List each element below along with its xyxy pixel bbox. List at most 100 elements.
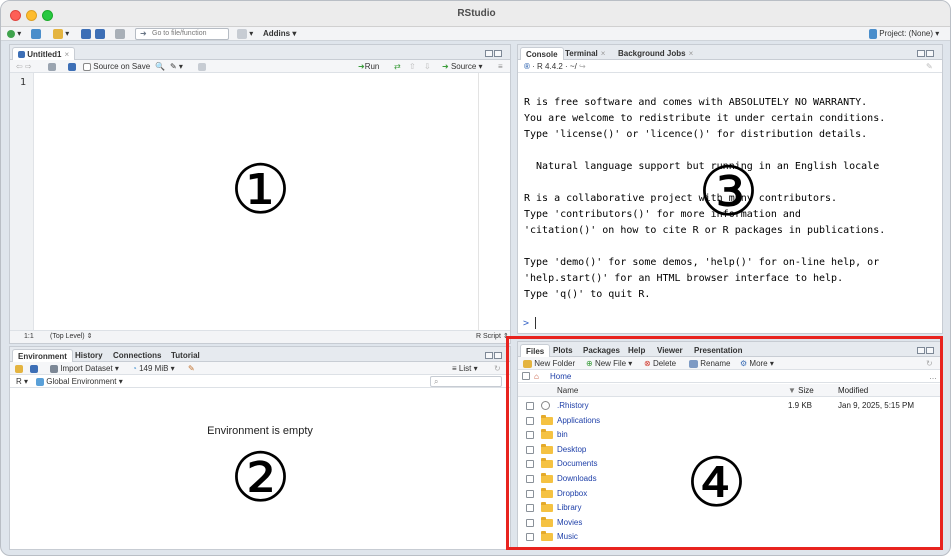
cursor-position: 1:1 — [24, 333, 34, 340]
prompt-symbol: > — [523, 318, 530, 329]
terminal-label: Terminal — [565, 49, 598, 58]
tab-background-jobs[interactable]: Background Jobs × — [613, 47, 698, 60]
tab-environment[interactable]: Environment — [12, 349, 73, 362]
tab-terminal[interactable]: Terminal × — [560, 47, 610, 60]
console-cursor — [535, 317, 537, 329]
marker-three: ③ — [698, 153, 759, 232]
memory-usage-button[interactable]: ◔ 149 MiB ▾ — [132, 362, 175, 375]
pie-chart-icon: ◔ — [132, 364, 137, 373]
globe-icon — [36, 377, 44, 386]
save-workspace-icon[interactable] — [30, 362, 38, 375]
environment-search-input[interactable]: ⌕ — [430, 376, 502, 387]
language-select[interactable]: R ▾ — [16, 375, 28, 388]
title-bar: RStudio — [1, 1, 950, 27]
broom-icon[interactable]: ✎ — [188, 362, 195, 375]
r-logo-icon: ® — [524, 62, 530, 71]
view-mode-select[interactable]: ≡ List ▾ — [452, 362, 478, 375]
table-icon — [50, 364, 58, 373]
source-button[interactable]: ➜ Source ▾ — [442, 60, 483, 73]
addins-menu[interactable]: Addins ▾ — [263, 28, 296, 40]
search-icon[interactable]: 🔍 — [155, 60, 165, 73]
close-tab-icon[interactable]: × — [601, 49, 606, 58]
environment-pane: Environment History Connections Tutorial… — [9, 346, 511, 550]
source-label: Source — [450, 62, 477, 71]
print-button[interactable] — [115, 28, 125, 40]
code-tools-wand-icon[interactable]: ✎ ▾ — [170, 60, 183, 73]
import-dataset-label: Import Dataset — [60, 364, 113, 373]
tab-history[interactable]: History — [70, 349, 108, 362]
close-tab-icon[interactable]: × — [689, 49, 694, 58]
minimize-pane-icon[interactable] — [917, 50, 925, 57]
new-project-button[interactable] — [31, 28, 41, 40]
minimize-pane-icon[interactable] — [485, 352, 493, 359]
console-tabbar: Console Terminal × Background Jobs × — [518, 45, 942, 60]
source-on-save-label: Source on Save — [93, 62, 151, 71]
load-workspace-icon[interactable] — [15, 362, 23, 375]
outline-icon[interactable]: ≡ — [498, 60, 503, 73]
run-arrow-icon: ➜ — [358, 62, 365, 71]
save-icon — [81, 28, 91, 39]
pane-window-controls[interactable] — [484, 351, 504, 360]
project-cube-icon — [869, 28, 877, 39]
import-dataset-button[interactable]: Import Dataset ▾ — [50, 362, 119, 375]
go-to-dir-icon[interactable]: ↪ — [579, 62, 586, 71]
minimize-pane-icon[interactable] — [485, 50, 493, 57]
save-all-button[interactable] — [95, 28, 105, 40]
tab-label: Untitled1 — [27, 50, 62, 59]
memory-label: 149 MiB — [139, 364, 169, 373]
tab-console[interactable]: Console — [520, 47, 564, 60]
tab-tutorial[interactable]: Tutorial — [166, 349, 205, 362]
scope-selector[interactable]: (Top Level) ⇕ — [50, 331, 92, 343]
save-source-icon[interactable] — [68, 60, 76, 73]
workspace-panes-button[interactable]: ▾ — [237, 28, 253, 40]
line-number-gutter: 1 — [10, 73, 34, 330]
source-on-save-checkbox[interactable]: Source on Save — [83, 60, 150, 73]
project-menu[interactable]: Project: (None) ▾ — [869, 28, 939, 40]
scope-label: Global Environment — [46, 377, 117, 386]
console-prompt[interactable]: > — [523, 317, 537, 329]
back-forward-icon[interactable]: ⇦ ⇨ — [16, 60, 32, 73]
go-down-icon[interactable]: ⇩ — [424, 60, 431, 73]
line-number: 1 — [20, 77, 27, 88]
close-tab-icon[interactable]: × — [64, 50, 69, 59]
tab-connections[interactable]: Connections — [108, 349, 166, 362]
refresh-icon[interactable]: ↻ — [494, 362, 501, 375]
pane-window-controls[interactable] — [916, 49, 936, 58]
go-to-file-input[interactable]: ➜ Go to file/function — [135, 28, 229, 40]
console-infobar: ® · R 4.4.2 · ~/ ↪ ✎ — [518, 60, 942, 73]
clear-console-icon[interactable]: ✎ — [926, 60, 933, 73]
source-tabbar: Untitled1 × — [10, 45, 510, 60]
folder-open-icon — [53, 28, 63, 39]
show-in-window-icon[interactable] — [48, 60, 56, 73]
environment-scope-select[interactable]: Global Environment ▾ — [36, 375, 123, 388]
search-icon: ⌕ — [434, 377, 439, 386]
compile-report-icon[interactable] — [198, 60, 206, 73]
go-up-icon[interactable]: ⇧ — [409, 60, 416, 73]
run-button[interactable]: ➜Run — [358, 60, 379, 73]
environment-tabbar: Environment History Connections Tutorial — [10, 347, 510, 362]
maximize-pane-icon[interactable] — [494, 50, 502, 57]
tab-untitled1[interactable]: Untitled1 × — [12, 47, 76, 60]
window-title: RStudio — [457, 8, 496, 19]
version-text: R 4.4.2 · ~/ — [537, 62, 577, 71]
scope-label: (Top Level) — [50, 333, 85, 340]
source-toolbar: ⇦ ⇨ Source on Save 🔍 ✎ ▾ ➜Run ⇄ ⇧ ⇩ ➜ So… — [10, 60, 510, 73]
open-file-button[interactable]: ▾ — [53, 28, 69, 40]
run-label: Run — [364, 62, 380, 71]
arrow-right-icon: ➜ — [140, 29, 147, 38]
environment-scope-bar: R ▾ Global Environment ▾ ⌕ — [10, 375, 510, 388]
console-pane: Console Terminal × Background Jobs × ® · R… — [517, 44, 943, 334]
editor-status-bar: 1:1 (Top Level) ⇕ R Script ⇕ — [10, 330, 510, 343]
marker-one: ① — [230, 151, 291, 230]
maximize-pane-icon[interactable] — [926, 50, 934, 57]
pane-window-controls[interactable] — [484, 49, 504, 58]
source-arrow-icon: ➜ — [442, 62, 449, 71]
save-button[interactable] — [81, 28, 91, 40]
new-file-button[interactable]: ▾ — [7, 28, 21, 40]
file-type-selector[interactable]: R Script ⇕ — [476, 331, 509, 343]
r-version-label: ® · R 4.4.2 · ~/ ↪ — [524, 62, 586, 71]
project-icon — [31, 28, 41, 39]
rerun-icon[interactable]: ⇄ — [394, 60, 401, 73]
rstudio-window: RStudio ▾ ▾ ➜ Go to file/function ▾ Addi… — [0, 0, 951, 556]
maximize-pane-icon[interactable] — [494, 352, 502, 359]
